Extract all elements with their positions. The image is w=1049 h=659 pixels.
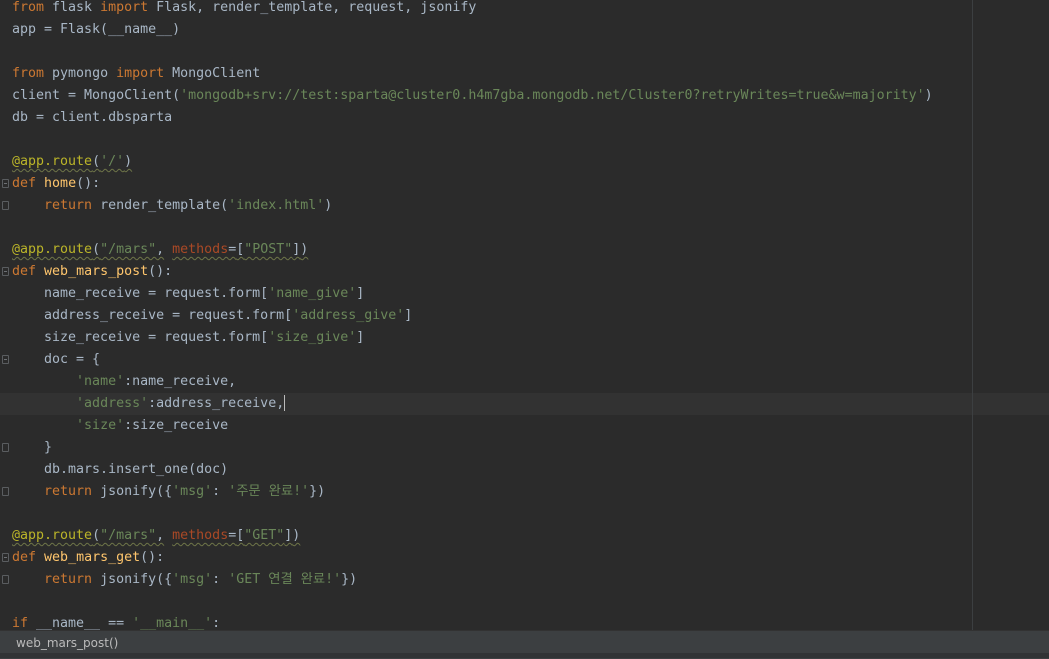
code-line[interactable] [0, 591, 1049, 613]
code-line[interactable]: @app.route("/mars", methods=["GET"]) [0, 525, 1049, 547]
code-text: @app.route("/mars", methods=["POST"]) [12, 242, 309, 257]
code-line[interactable]: } [0, 437, 1049, 459]
code-line[interactable]: @app.route('/') [0, 151, 1049, 173]
code-text: def web_mars_get(): [12, 550, 165, 565]
code-line[interactable]: 'size':size_receive [0, 415, 1049, 437]
code-line[interactable] [0, 41, 1049, 63]
code-line[interactable]: from flask import Flask, render_template… [0, 0, 1049, 19]
code-text: name_receive = request.form['name_give'] [12, 286, 365, 301]
fold-end-icon[interactable] [2, 443, 9, 452]
code-line[interactable] [0, 129, 1049, 151]
fold-collapse-icon[interactable] [2, 553, 9, 562]
code-text: from pymongo import MongoClient [12, 66, 261, 81]
code-line[interactable]: @app.route("/mars", methods=["POST"]) [0, 239, 1049, 261]
code-line[interactable]: def home(): [0, 173, 1049, 195]
code-line[interactable]: def web_mars_get(): [0, 547, 1049, 569]
code-line[interactable]: db = client.dbsparta [0, 107, 1049, 129]
code-text: def home(): [12, 176, 101, 191]
code-line[interactable]: return jsonify({'msg': '주문 완료!'}) [0, 481, 1049, 503]
code-text: if __name__ == '__main__': [12, 616, 221, 630]
fold-end-icon[interactable] [2, 487, 9, 496]
fold-collapse-icon[interactable] [2, 355, 9, 364]
fold-end-icon[interactable] [2, 575, 9, 584]
fold-collapse-icon[interactable] [2, 179, 9, 188]
code-line[interactable] [0, 503, 1049, 525]
code-line[interactable]: return jsonify({'msg': 'GET 연결 완료!'}) [0, 569, 1049, 591]
code-text: } [12, 440, 53, 455]
text-caret [284, 395, 286, 411]
code-line[interactable]: doc = { [0, 349, 1049, 371]
horizontal-scrollbar[interactable] [0, 653, 1049, 658]
code-line[interactable]: 'address':address_receive, [0, 393, 1049, 415]
code-text: def web_mars_post(): [12, 264, 173, 279]
code-text: app = Flask(__name__) [12, 22, 181, 37]
code-text: 'address':address_receive, [76, 395, 286, 411]
code-line[interactable]: name_receive = request.form['name_give'] [0, 283, 1049, 305]
fold-collapse-icon[interactable] [2, 267, 9, 276]
breadcrumb-function[interactable]: web_mars_post() [16, 636, 118, 650]
code-line[interactable] [0, 217, 1049, 239]
code-line[interactable]: client = MongoClient('mongodb+srv://test… [0, 85, 1049, 107]
code-line[interactable]: db.mars.insert_one(doc) [0, 459, 1049, 481]
code-text: client = MongoClient('mongodb+srv://test… [12, 88, 933, 103]
code-text: db = client.dbsparta [12, 110, 173, 125]
code-text: 'size':size_receive [76, 418, 229, 433]
code-editor[interactable]: from flask import Flask, render_template… [0, 0, 1049, 630]
code-text: @app.route('/') [12, 154, 133, 169]
code-text: return jsonify({'msg': 'GET 연결 완료!'}) [44, 572, 358, 587]
code-text: from flask import Flask, render_template… [12, 0, 477, 15]
code-line[interactable]: return render_template('index.html') [0, 195, 1049, 217]
code-line[interactable]: size_receive = request.form['size_give'] [0, 327, 1049, 349]
code-line[interactable]: from pymongo import MongoClient [0, 63, 1049, 85]
code-text: @app.route("/mars", methods=["GET"]) [12, 528, 301, 543]
code-line[interactable]: def web_mars_post(): [0, 261, 1049, 283]
code-text: address_receive = request.form['address_… [12, 308, 413, 323]
code-line[interactable]: 'name':name_receive, [0, 371, 1049, 393]
fold-end-icon[interactable] [2, 201, 9, 210]
code-text: return render_template('index.html') [44, 198, 333, 213]
right-margin-guide [972, 0, 973, 630]
code-text: doc = { [12, 352, 101, 367]
code-text: return jsonify({'msg': '주문 완료!'}) [44, 484, 326, 499]
code-line[interactable]: app = Flask(__name__) [0, 19, 1049, 41]
code-text: size_receive = request.form['size_give'] [12, 330, 365, 345]
code-text: db.mars.insert_one(doc) [12, 462, 229, 477]
code-line[interactable]: address_receive = request.form['address_… [0, 305, 1049, 327]
code-text: 'name':name_receive, [76, 374, 237, 389]
code-line[interactable]: if __name__ == '__main__': [0, 613, 1049, 630]
